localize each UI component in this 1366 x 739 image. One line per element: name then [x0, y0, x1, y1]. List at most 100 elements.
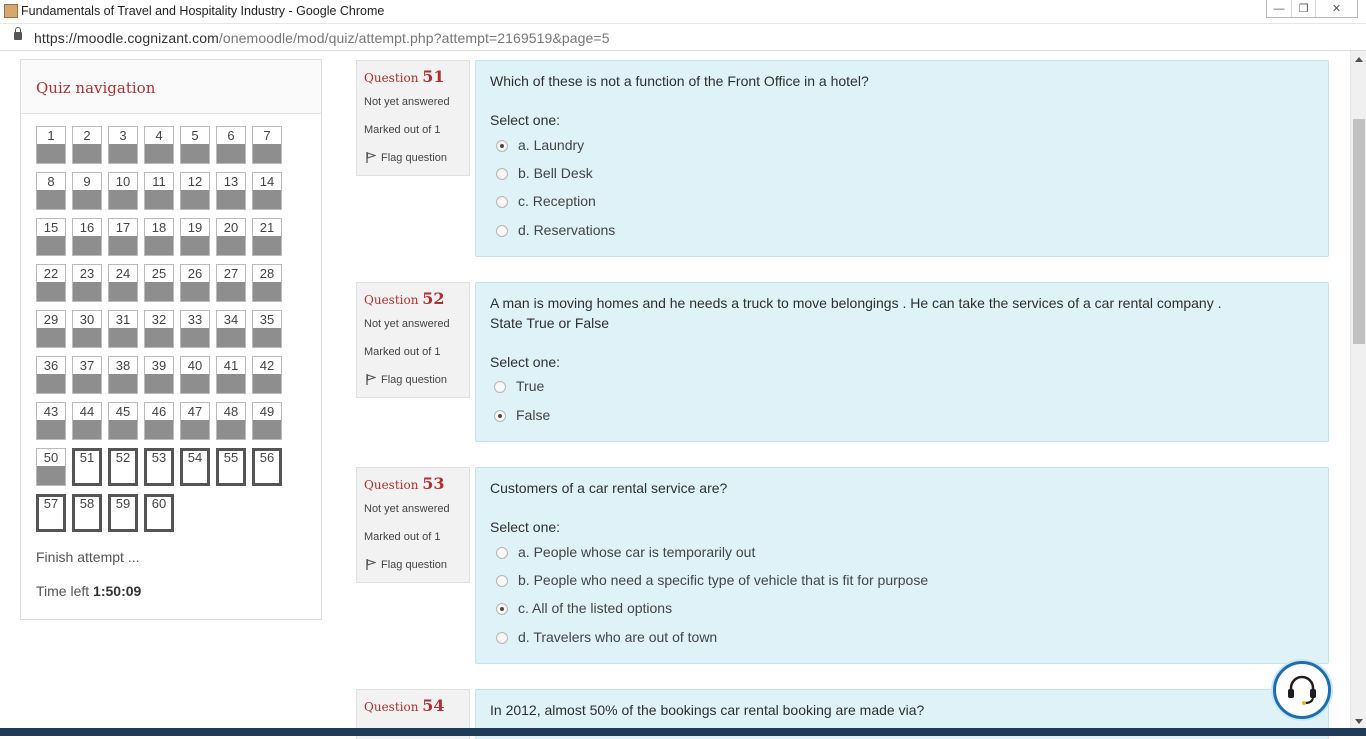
quiz-nav-question-button[interactable]: 13 — [216, 172, 246, 210]
quiz-nav-question-button[interactable]: 50 — [36, 448, 66, 486]
radio-button[interactable] — [494, 410, 506, 422]
answered-indicator — [217, 282, 245, 301]
page-scrollbar[interactable] — [1350, 51, 1366, 728]
quiz-nav-question-number: 43 — [43, 404, 59, 419]
quiz-nav-question-button[interactable]: 55 — [216, 448, 246, 486]
quiz-nav-question-button[interactable]: 6 — [216, 126, 246, 164]
quiz-nav-question-button[interactable]: 52 — [108, 448, 138, 486]
time-left-value: 1:50:09 — [93, 583, 142, 599]
quiz-nav-question-button[interactable]: 42 — [252, 356, 282, 394]
quiz-nav-question-button[interactable]: 48 — [216, 402, 246, 440]
radio-button[interactable] — [496, 632, 508, 644]
window-controls: — ❐ ✕ — [1266, 0, 1358, 18]
quiz-nav-question-button[interactable]: 41 — [216, 356, 246, 394]
quiz-nav-question-button[interactable]: 46 — [144, 402, 174, 440]
quiz-nav-question-button[interactable]: 20 — [216, 218, 246, 256]
flag-question-link[interactable]: Flag question — [366, 559, 447, 571]
quiz-nav-question-button[interactable]: 18 — [144, 218, 174, 256]
quiz-nav-question-button[interactable]: 33 — [180, 310, 210, 348]
quiz-nav-question-number: 42 — [259, 358, 275, 373]
quiz-nav-question-button[interactable]: 9 — [72, 172, 102, 210]
answered-indicator — [145, 328, 173, 347]
quiz-nav-question-button[interactable]: 35 — [252, 310, 282, 348]
quiz-nav-question-number: 54 — [187, 450, 203, 465]
radio-button[interactable] — [496, 575, 508, 587]
quiz-nav-question-button[interactable]: 8 — [36, 172, 66, 210]
quiz-nav-question-button[interactable]: 56 — [252, 448, 282, 486]
quiz-nav-question-button[interactable]: 26 — [180, 264, 210, 302]
minimize-icon: — — [1273, 2, 1285, 15]
quiz-nav-question-button[interactable]: 16 — [72, 218, 102, 256]
quiz-nav-question-button[interactable]: 12 — [180, 172, 210, 210]
quiz-nav-question-button[interactable]: 28 — [252, 264, 282, 302]
quiz-nav-question-button[interactable]: 7 — [252, 126, 282, 164]
quiz-nav-question-button[interactable]: 51 — [72, 448, 102, 486]
quiz-nav-question-button[interactable]: 53 — [144, 448, 174, 486]
radio-button[interactable] — [496, 140, 508, 152]
flag-question-link[interactable]: Flag question — [366, 152, 447, 164]
quiz-nav-question-button[interactable]: 47 — [180, 402, 210, 440]
quiz-nav-question-button[interactable]: 27 — [216, 264, 246, 302]
support-chat-button[interactable] — [1273, 661, 1331, 719]
close-button[interactable]: ✕ — [1315, 0, 1357, 17]
restore-button[interactable]: ❐ — [1291, 0, 1315, 17]
quiz-nav-question-button[interactable]: 57 — [36, 494, 66, 532]
quiz-nav-question-button[interactable]: 1 — [36, 126, 66, 164]
quiz-nav-question-button[interactable]: 58 — [72, 494, 102, 532]
quiz-nav-question-button[interactable]: 30 — [72, 310, 102, 348]
quiz-nav-question-button[interactable]: 24 — [108, 264, 138, 302]
question-text: In 2012, almost 50% of the bookings car … — [490, 702, 925, 718]
quiz-nav-question-button[interactable]: 32 — [144, 310, 174, 348]
address-bar[interactable]: https://moodle.cognizant.com/onemoodle/m… — [0, 24, 1366, 51]
quiz-nav-question-number: 25 — [151, 266, 167, 281]
quiz-nav-question-button[interactable]: 19 — [180, 218, 210, 256]
radio-button[interactable] — [496, 547, 508, 559]
quiz-nav-question-button[interactable]: 25 — [144, 264, 174, 302]
quiz-nav-question-number: 32 — [151, 312, 167, 327]
quiz-nav-question-button[interactable]: 4 — [144, 126, 174, 164]
quiz-nav-question-button[interactable]: 40 — [180, 356, 210, 394]
headset-icon — [1288, 675, 1316, 705]
radio-button[interactable] — [496, 168, 508, 180]
radio-button[interactable] — [496, 196, 508, 208]
quiz-nav-question-button[interactable]: 44 — [72, 402, 102, 440]
quiz-nav-question-button[interactable]: 31 — [108, 310, 138, 348]
answered-indicator — [37, 374, 65, 393]
quiz-nav-question-button[interactable]: 60 — [144, 494, 174, 532]
scroll-down-arrow-icon[interactable] — [1355, 719, 1363, 724]
quiz-nav-question-button[interactable]: 15 — [36, 218, 66, 256]
quiz-nav-question-button[interactable]: 54 — [180, 448, 210, 486]
quiz-nav-question-button[interactable]: 38 — [108, 356, 138, 394]
quiz-nav-question-button[interactable]: 49 — [252, 402, 282, 440]
quiz-nav-question-button[interactable]: 59 — [108, 494, 138, 532]
radio-button[interactable] — [496, 225, 508, 237]
quiz-nav-question-button[interactable]: 11 — [144, 172, 174, 210]
quiz-nav-question-button[interactable]: 2 — [72, 126, 102, 164]
quiz-nav-question-button[interactable]: 21 — [252, 218, 282, 256]
url-text[interactable]: https://moodle.cognizant.com/onemoodle/m… — [34, 30, 610, 46]
scroll-up-arrow-icon[interactable] — [1355, 57, 1363, 62]
quiz-nav-question-button[interactable]: 10 — [108, 172, 138, 210]
quiz-nav-question-button[interactable]: 22 — [36, 264, 66, 302]
scrollbar-thumb[interactable] — [1353, 119, 1365, 344]
quiz-nav-question-button[interactable]: 17 — [108, 218, 138, 256]
radio-button[interactable] — [494, 381, 506, 393]
quiz-nav-question-button[interactable]: 29 — [36, 310, 66, 348]
quiz-nav-question-button[interactable]: 23 — [72, 264, 102, 302]
flag-question-link[interactable]: Flag question — [366, 374, 447, 386]
finish-attempt-link[interactable]: Finish attempt ... — [36, 549, 139, 565]
answer-option-label: a. People whose car is temporarily out — [518, 544, 756, 560]
minimize-button[interactable]: — — [1267, 0, 1291, 17]
quiz-nav-question-button[interactable]: 36 — [36, 356, 66, 394]
quiz-nav-question-button[interactable]: 37 — [72, 356, 102, 394]
quiz-nav-question-button[interactable]: 14 — [252, 172, 282, 210]
quiz-nav-question-button[interactable]: 39 — [144, 356, 174, 394]
quiz-nav-question-button[interactable]: 45 — [108, 402, 138, 440]
radio-button[interactable] — [496, 603, 508, 615]
question-prefix: Question — [364, 700, 419, 714]
quiz-nav-question-button[interactable]: 43 — [36, 402, 66, 440]
quiz-nav-question-number: 5 — [191, 128, 199, 143]
quiz-nav-question-button[interactable]: 5 — [180, 126, 210, 164]
quiz-nav-question-button[interactable]: 3 — [108, 126, 138, 164]
quiz-nav-question-button[interactable]: 34 — [216, 310, 246, 348]
